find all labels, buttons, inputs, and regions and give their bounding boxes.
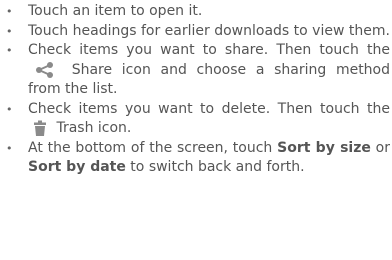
instruction-list: • Touch an item to open it. • Touch head… [0,0,392,178]
item-text: Touch an item to open it. [28,3,203,19]
item-text: At the bottom of the screen, touch Sort … [28,139,391,176]
bullet: • [6,44,13,57]
bullet: • [6,141,13,155]
item-text: Touch headings for earlier downloads to … [28,22,390,39]
bullet: • [6,5,13,18]
item-text: Check items you want to share. Then touc… [28,42,391,97]
list-item: • Touch headings for earlier downloads t… [6,22,390,42]
trash-icon [34,120,46,136]
item-text: Check items you want to delete. Then tou… [28,100,390,136]
bullet: • [6,24,13,38]
list-item: • Touch an item to open it. [6,2,390,22]
list-item: • At the bottom of the screen, touch Sor… [6,139,390,178]
list-item: • Check items you want to delete. Then t… [6,100,390,139]
bullet: • [6,102,13,116]
list-item: • Check items you want to share. Then to… [6,41,390,100]
sort-by-size-label: Sort by size [277,139,371,156]
share-icon [36,61,53,78]
sort-by-date-label: Sort by date [28,159,126,175]
